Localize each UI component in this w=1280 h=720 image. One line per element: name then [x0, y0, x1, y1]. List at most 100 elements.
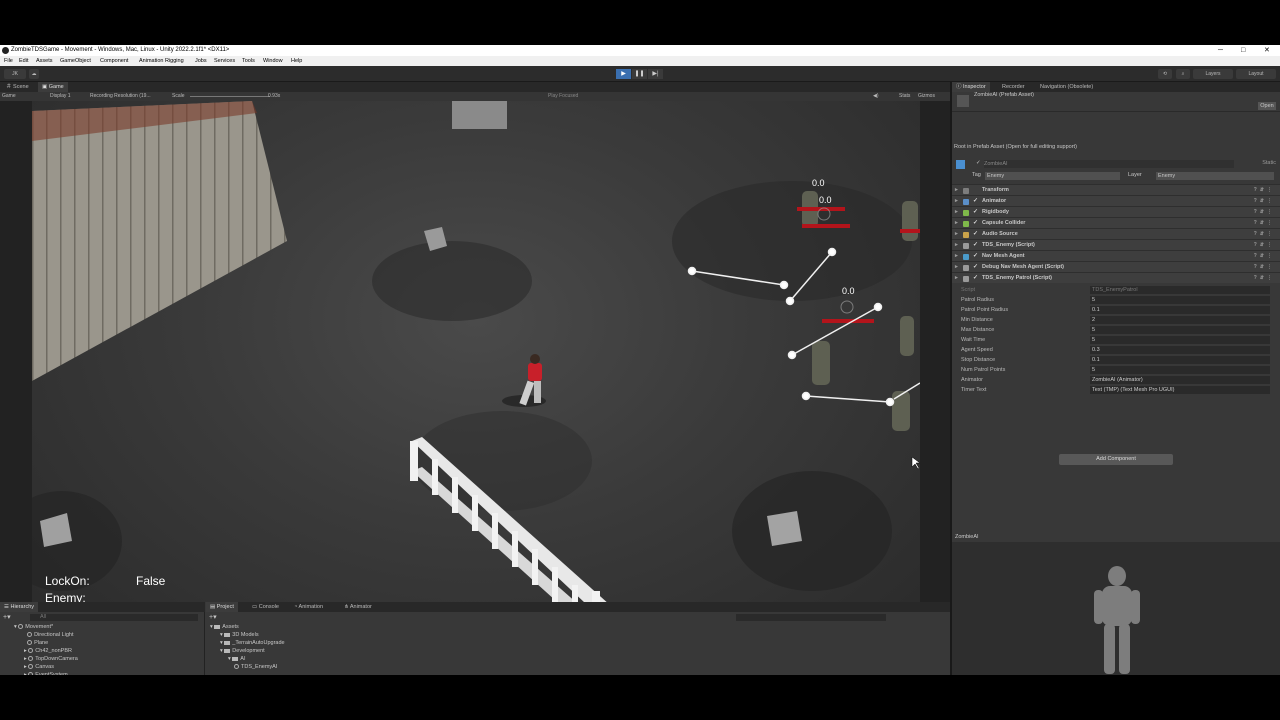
component-header[interactable]: ▸ ✓ TDS_Enemy (Script) ?⇵⋮ — [952, 239, 1280, 250]
component-header[interactable]: ▸ ✓ Animator ?⇵⋮ — [952, 195, 1280, 206]
close-button[interactable]: ✕ — [1264, 45, 1270, 56]
menu-services[interactable]: Services — [214, 56, 235, 66]
hierarchy-item[interactable]: ▸ Canvas — [24, 663, 54, 671]
cloud-icon[interactable]: ☁ — [29, 69, 39, 79]
layout-dropdown[interactable]: Layout — [1236, 69, 1276, 79]
component-header[interactable]: ▸ ✓ Debug Nav Mesh Agent (Script) ?⇵⋮ — [952, 261, 1280, 272]
search-icon[interactable]: ⌕ — [1176, 69, 1190, 79]
step-button[interactable]: ▶| — [648, 69, 663, 79]
project-folder-item[interactable]: ▾ 3D Models — [220, 631, 259, 639]
crate — [452, 101, 507, 129]
layers-dropdown[interactable]: Layers — [1193, 69, 1233, 79]
pause-button[interactable]: ❚❚ — [632, 69, 647, 79]
tab-console[interactable]: ▭ Console — [248, 602, 283, 612]
tab-game[interactable]: ▣ Game — [38, 82, 68, 92]
play-focused-dropdown[interactable]: Play Focused — [548, 92, 578, 101]
property-field[interactable]: 2 — [1090, 316, 1270, 324]
menu-assets[interactable]: Assets — [36, 56, 53, 66]
project-add-button[interactable]: +▾ — [209, 613, 217, 621]
property-field[interactable]: 0.3 — [1090, 346, 1270, 354]
tag-dropdown[interactable]: Enemy — [985, 172, 1120, 180]
menu-help[interactable]: Help — [291, 56, 302, 66]
project-asset-item[interactable]: TDS_EnemyAI — [234, 663, 277, 671]
hierarchy-scene-root[interactable]: ▾ Movement* — [14, 623, 53, 631]
hierarchy-add-button[interactable]: +▾ — [3, 613, 11, 621]
menu-animation-rigging[interactable]: Animation Rigging — [139, 56, 184, 66]
property-field[interactable]: 5 — [1090, 296, 1270, 304]
model-preview — [1094, 566, 1140, 674]
property-field[interactable]: 0.1 — [1090, 306, 1270, 314]
project-folder-item[interactable]: ▾ _TerrainAutoUpgrade — [220, 639, 285, 647]
property-field[interactable]: 5 — [1090, 326, 1270, 334]
gizmos-dropdown[interactable]: Gizmos — [918, 92, 935, 101]
hierarchy-item[interactable]: ▸ EventSystem — [24, 671, 68, 675]
property-field[interactable]: ZombieAI (Animator) — [1090, 376, 1270, 384]
hierarchy-search-input[interactable]: All — [30, 614, 198, 621]
window-title: ZombieTDSGame - Movement - Windows, Mac,… — [11, 47, 230, 53]
component-menu-icon[interactable]: ?⇵⋮ — [1254, 273, 1275, 284]
account-button[interactable]: JK — [4, 69, 26, 79]
display-dropdown[interactable]: Display 1 — [50, 92, 71, 101]
component-header[interactable]: ▸ ✓ Nav Mesh Agent ?⇵⋮ — [952, 250, 1280, 261]
game-viewport[interactable]: 0.0 0.0 0.0 LockOn: False Enemy: — [32, 101, 920, 647]
stats-toggle[interactable]: Stats — [899, 92, 910, 101]
add-component-button[interactable]: Add Component — [1059, 454, 1173, 465]
project-folder-item[interactable]: ▾ AI — [228, 655, 246, 663]
menu-file[interactable]: File — [4, 56, 13, 66]
property-label: Num Patrol Points — [961, 367, 1006, 373]
component-header[interactable]: ▸ Transform ?⇵⋮ — [952, 184, 1280, 195]
menu-gameobject[interactable]: GameObject — [60, 56, 91, 66]
scale-slider[interactable] — [190, 96, 270, 97]
hierarchy-item-label: Plane — [34, 640, 49, 646]
active-checkbox[interactable]: ✓ — [976, 158, 981, 169]
tab-animator[interactable]: ⋔ Animator — [340, 602, 376, 612]
component-enabled-checkbox[interactable]: ✓ — [973, 273, 978, 284]
hierarchy-item[interactable]: Directional Light — [24, 631, 74, 639]
menu-window[interactable]: Window — [263, 56, 283, 66]
property-field[interactable]: Text (TMP) (Text Mesh Pro UGUI) — [1090, 386, 1270, 394]
property-field[interactable]: TDS_EnemyPatrol — [1090, 286, 1270, 294]
minimize-button[interactable]: ─ — [1218, 45, 1223, 56]
prefab-asset-icon — [234, 664, 239, 670]
play-button[interactable]: ▶ — [616, 69, 631, 79]
unity-scene-icon — [18, 624, 24, 630]
hierarchy-item[interactable]: Plane — [24, 639, 48, 647]
menu-component[interactable]: Component — [100, 56, 128, 66]
menu-jobs[interactable]: Jobs — [195, 56, 207, 66]
gameobject-icon — [27, 640, 33, 646]
tab-project[interactable]: ▤ Project — [206, 602, 238, 612]
project-folder-item[interactable]: ▾ Assets — [210, 623, 239, 631]
open-prefab-button[interactable]: Open — [1258, 102, 1276, 110]
history-icon[interactable]: ⟲ — [1158, 69, 1172, 79]
resolution-dropdown[interactable]: Recording Resolution (19... — [90, 92, 151, 101]
component-header[interactable]: ▸ ✓ Audio Source ?⇵⋮ — [952, 228, 1280, 239]
object-name-field[interactable]: ZombieAI — [984, 160, 1234, 168]
foldout-arrow-icon[interactable]: ▸ — [955, 273, 958, 284]
folder-icon — [224, 648, 231, 653]
hierarchy-item[interactable]: ▸ TopDownCamera — [24, 655, 78, 663]
tab-animation[interactable]: ◔ Animation — [290, 602, 327, 612]
property-row: Min Distance 2 — [952, 315, 1280, 325]
component-header[interactable]: ▸ ✓ Capsule Collider ?⇵⋮ — [952, 217, 1280, 228]
menu-tools[interactable]: Tools — [242, 56, 255, 66]
project-folder-item[interactable]: ▾ Development — [220, 647, 265, 655]
property-field[interactable]: 0.1 — [1090, 356, 1270, 364]
mute-audio-icon[interactable]: ◀) — [873, 92, 879, 101]
static-checkbox[interactable]: Static — [1262, 158, 1276, 169]
hierarchy-item[interactable]: ▸ Ch42_nonPBR — [24, 647, 72, 655]
property-field[interactable]: 5 — [1090, 336, 1270, 344]
component-header[interactable]: ▸ ✓ TDS_Enemy Patrol (Script) ?⇵⋮ — [952, 272, 1280, 283]
maximize-button[interactable]: □ — [1241, 45, 1245, 56]
menu-edit[interactable]: Edit — [19, 56, 28, 66]
tab-navigation[interactable]: Navigation (Obsolete) — [1036, 82, 1097, 92]
project-item-label: Development — [232, 648, 265, 654]
game-mode-dropdown[interactable]: Game — [2, 92, 16, 101]
tab-hierarchy[interactable]: ☰ Hierarchy — [0, 602, 39, 612]
layer-dropdown[interactable]: Enemy — [1156, 172, 1274, 180]
property-label: Max Distance — [961, 327, 995, 333]
project-search-input[interactable] — [736, 614, 886, 621]
component-icon — [963, 232, 969, 238]
component-header[interactable]: ▸ ✓ Rigidbody ?⇵⋮ — [952, 206, 1280, 217]
property-field[interactable]: 5 — [1090, 366, 1270, 374]
tab-scene[interactable]: ＃ Scene — [2, 82, 33, 92]
